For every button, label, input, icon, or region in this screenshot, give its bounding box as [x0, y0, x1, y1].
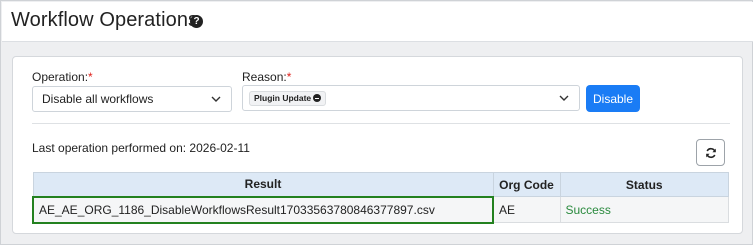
column-header-org-code: Org Code — [492, 172, 561, 197]
reason-select[interactable]: Plugin Update — [242, 85, 580, 111]
org-code-cell: AE — [492, 196, 561, 223]
last-operation-text: Last operation performed on: 2026-02-11 — [32, 141, 250, 155]
divider — [32, 123, 730, 124]
refresh-icon — [706, 147, 716, 159]
chevron-down-icon — [559, 95, 569, 101]
page-title: Workflow Operations — [11, 9, 199, 31]
reason-tag-label: Plugin Update — [254, 93, 312, 103]
results-table: Result Org Code Status AE_AE_ORG_1186_Di… — [32, 172, 729, 224]
reason-tag: Plugin Update — [249, 91, 327, 106]
chevron-down-icon — [211, 96, 221, 102]
operation-select-value: Disable all workflows — [42, 92, 154, 106]
refresh-button[interactable] — [696, 139, 725, 166]
operation-select[interactable]: Disable all workflows — [32, 86, 232, 112]
column-header-status: Status — [559, 172, 729, 197]
operation-label: Operation:* — [32, 70, 93, 84]
help-icon[interactable]: ? — [190, 15, 203, 28]
reason-label: Reason:* — [242, 70, 292, 84]
table-header-row: Result Org Code Status — [32, 172, 729, 197]
page-header: Workflow Operations ? — [2, 2, 753, 42]
column-header-result: Result — [32, 172, 494, 197]
operations-card: Operation:* Disable all workflows Reason… — [12, 56, 743, 234]
status-cell: Success — [559, 196, 729, 223]
result-file-link[interactable]: AE_AE_ORG_1186_DisableWorkflowsResult170… — [32, 195, 494, 224]
table-row: AE_AE_ORG_1186_DisableWorkflowsResult170… — [32, 195, 729, 224]
disable-button[interactable]: Disable — [586, 85, 640, 112]
app-frame: Workflow Operations ? Operation:* Disabl… — [0, 0, 753, 245]
minus-circle-icon[interactable] — [313, 94, 322, 102]
